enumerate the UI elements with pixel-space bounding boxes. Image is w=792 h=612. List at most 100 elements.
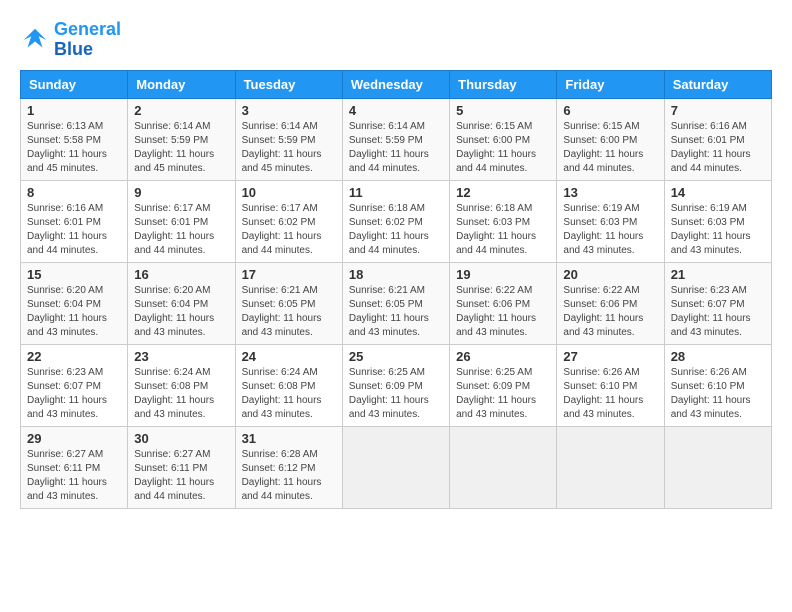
calendar-day-cell: 25 Sunrise: 6:25 AM Sunset: 6:09 PM Dayli… (342, 344, 449, 426)
day-number: 27 (563, 349, 657, 364)
day-number: 20 (563, 267, 657, 282)
calendar-day-cell: 9 Sunrise: 6:17 AM Sunset: 6:01 PM Daylig… (128, 180, 235, 262)
calendar-week-row: 15 Sunrise: 6:20 AM Sunset: 6:04 PM Dayli… (21, 262, 772, 344)
day-info: Sunrise: 6:22 AM Sunset: 6:06 PM Dayligh… (563, 284, 657, 340)
day-number: 30 (134, 431, 228, 446)
calendar-day-cell: 12Sunrise: 6:18 AM Sunset: 6:03 PM Dayli… (450, 180, 557, 262)
day-info: Sunrise: 6:19 AM Sunset: 6:03 PM Dayligh… (671, 202, 765, 258)
day-number: 9 (134, 185, 228, 200)
day-info: Sunrise: 6:23 AM Sunset: 6:07 PM Dayligh… (27, 366, 121, 422)
day-info: Sunrise: 6:19 AM Sunset: 6:03 PM Dayligh… (563, 202, 657, 258)
day-info: Sunrise: 6:24 AM Sunset: 6:08 PM Dayligh… (242, 366, 336, 422)
calendar-day-cell: 19 Sunrise: 6:22 AM Sunset: 6:06 PM Dayli… (450, 262, 557, 344)
day-info: Sunrise: 6:18 AM Sunset: 6:03 PM Dayligh… (456, 202, 550, 258)
day-number: 15 (27, 267, 121, 282)
day-number: 29 (27, 431, 121, 446)
calendar-day-cell (557, 426, 664, 508)
day-number: 24 (242, 349, 336, 364)
day-number: 22 (27, 349, 121, 364)
day-number: 19 (456, 267, 550, 282)
calendar-day-cell: 3 Sunrise: 6:14 AM Sunset: 5:59 PM Daylig… (235, 98, 342, 180)
logo: General Blue (20, 20, 121, 60)
day-number: 18 (349, 267, 443, 282)
day-info: Sunrise: 6:20 AM Sunset: 6:04 PM Dayligh… (134, 284, 228, 340)
calendar-week-row: 29 Sunrise: 6:27 AM Sunset: 6:11 PM Dayli… (21, 426, 772, 508)
calendar-day-cell: 10 Sunrise: 6:17 AM Sunset: 6:02 PM Dayli… (235, 180, 342, 262)
day-info: Sunrise: 6:24 AM Sunset: 6:08 PM Dayligh… (134, 366, 228, 422)
day-number: 23 (134, 349, 228, 364)
day-number: 21 (671, 267, 765, 282)
day-info: Sunrise: 6:25 AM Sunset: 6:09 PM Dayligh… (349, 366, 443, 422)
day-number: 2 (134, 103, 228, 118)
calendar-day-cell: 23 Sunrise: 6:24 AM Sunset: 6:08 PM Dayli… (128, 344, 235, 426)
weekday-header-cell: Wednesday (342, 70, 449, 98)
calendar-week-row: 8Sunrise: 6:16 AM Sunset: 6:01 PM Daylig… (21, 180, 772, 262)
day-info: Sunrise: 6:21 AM Sunset: 6:05 PM Dayligh… (349, 284, 443, 340)
day-info: Sunrise: 6:15 AM Sunset: 6:00 PM Dayligh… (456, 120, 550, 176)
calendar-day-cell: 28Sunrise: 6:26 AM Sunset: 6:10 PM Dayli… (664, 344, 771, 426)
day-number: 5 (456, 103, 550, 118)
weekday-header-cell: Saturday (664, 70, 771, 98)
day-info: Sunrise: 6:17 AM Sunset: 6:02 PM Dayligh… (242, 202, 336, 258)
day-info: Sunrise: 6:27 AM Sunset: 6:11 PM Dayligh… (134, 448, 228, 504)
calendar-body: 1Sunrise: 6:13 AM Sunset: 5:58 PM Daylig… (21, 98, 772, 508)
calendar-week-row: 1Sunrise: 6:13 AM Sunset: 5:58 PM Daylig… (21, 98, 772, 180)
calendar-day-cell: 6 Sunrise: 6:15 AM Sunset: 6:00 PM Daylig… (557, 98, 664, 180)
day-number: 1 (27, 103, 121, 118)
day-number: 31 (242, 431, 336, 446)
day-info: Sunrise: 6:16 AM Sunset: 6:01 PM Dayligh… (671, 120, 765, 176)
logo-bird-icon (20, 25, 50, 55)
calendar-day-cell: 5 Sunrise: 6:15 AM Sunset: 6:00 PM Daylig… (450, 98, 557, 180)
day-info: Sunrise: 6:28 AM Sunset: 6:12 PM Dayligh… (242, 448, 336, 504)
day-number: 6 (563, 103, 657, 118)
calendar-day-cell: 1Sunrise: 6:13 AM Sunset: 5:58 PM Daylig… (21, 98, 128, 180)
day-info: Sunrise: 6:26 AM Sunset: 6:10 PM Dayligh… (563, 366, 657, 422)
day-number: 16 (134, 267, 228, 282)
calendar-week-row: 22 Sunrise: 6:23 AM Sunset: 6:07 PM Dayli… (21, 344, 772, 426)
calendar-day-cell: 16 Sunrise: 6:20 AM Sunset: 6:04 PM Dayli… (128, 262, 235, 344)
calendar-day-cell (342, 426, 449, 508)
calendar-day-cell: 20 Sunrise: 6:22 AM Sunset: 6:06 PM Dayli… (557, 262, 664, 344)
day-number: 13 (563, 185, 657, 200)
calendar-day-cell: 22 Sunrise: 6:23 AM Sunset: 6:07 PM Dayli… (21, 344, 128, 426)
calendar-day-cell: 4Sunrise: 6:14 AM Sunset: 5:59 PM Daylig… (342, 98, 449, 180)
calendar-day-cell: 15 Sunrise: 6:20 AM Sunset: 6:04 PM Dayli… (21, 262, 128, 344)
day-number: 10 (242, 185, 336, 200)
day-number: 25 (349, 349, 443, 364)
day-info: Sunrise: 6:16 AM Sunset: 6:01 PM Dayligh… (27, 202, 121, 258)
day-info: Sunrise: 6:20 AM Sunset: 6:04 PM Dayligh… (27, 284, 121, 340)
day-number: 28 (671, 349, 765, 364)
calendar-day-cell: 30 Sunrise: 6:27 AM Sunset: 6:11 PM Dayli… (128, 426, 235, 508)
weekday-header-cell: Tuesday (235, 70, 342, 98)
day-info: Sunrise: 6:27 AM Sunset: 6:11 PM Dayligh… (27, 448, 121, 504)
day-info: Sunrise: 6:23 AM Sunset: 6:07 PM Dayligh… (671, 284, 765, 340)
calendar-day-cell: 27 Sunrise: 6:26 AM Sunset: 6:10 PM Dayli… (557, 344, 664, 426)
day-info: Sunrise: 6:17 AM Sunset: 6:01 PM Dayligh… (134, 202, 228, 258)
day-number: 26 (456, 349, 550, 364)
day-info: Sunrise: 6:18 AM Sunset: 6:02 PM Dayligh… (349, 202, 443, 258)
calendar-day-cell: 13 Sunrise: 6:19 AM Sunset: 6:03 PM Dayli… (557, 180, 664, 262)
calendar-day-cell: 11 Sunrise: 6:18 AM Sunset: 6:02 PM Dayli… (342, 180, 449, 262)
day-number: 11 (349, 185, 443, 200)
day-info: Sunrise: 6:22 AM Sunset: 6:06 PM Dayligh… (456, 284, 550, 340)
page-header: General Blue (20, 20, 772, 60)
weekday-header-row: SundayMondayTuesdayWednesdayThursdayFrid… (21, 70, 772, 98)
day-number: 3 (242, 103, 336, 118)
calendar-day-cell: 17Sunrise: 6:21 AM Sunset: 6:05 PM Dayli… (235, 262, 342, 344)
day-number: 7 (671, 103, 765, 118)
calendar-table: SundayMondayTuesdayWednesdayThursdayFrid… (20, 70, 772, 509)
weekday-header-cell: Sunday (21, 70, 128, 98)
calendar-day-cell: 31 Sunrise: 6:28 AM Sunset: 6:12 PM Dayli… (235, 426, 342, 508)
calendar-day-cell: 29 Sunrise: 6:27 AM Sunset: 6:11 PM Dayli… (21, 426, 128, 508)
calendar-day-cell (664, 426, 771, 508)
day-info: Sunrise: 6:14 AM Sunset: 5:59 PM Dayligh… (242, 120, 336, 176)
day-info: Sunrise: 6:15 AM Sunset: 6:00 PM Dayligh… (563, 120, 657, 176)
day-number: 17 (242, 267, 336, 282)
day-number: 14 (671, 185, 765, 200)
day-info: Sunrise: 6:14 AM Sunset: 5:59 PM Dayligh… (349, 120, 443, 176)
weekday-header-cell: Monday (128, 70, 235, 98)
day-info: Sunrise: 6:25 AM Sunset: 6:09 PM Dayligh… (456, 366, 550, 422)
calendar-day-cell: 18 Sunrise: 6:21 AM Sunset: 6:05 PM Dayli… (342, 262, 449, 344)
calendar-day-cell (450, 426, 557, 508)
weekday-header-cell: Thursday (450, 70, 557, 98)
